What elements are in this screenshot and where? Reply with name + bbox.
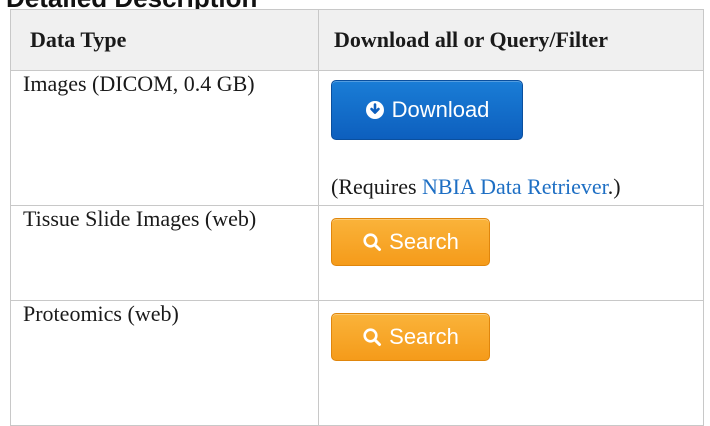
search-icon: [362, 232, 382, 252]
action-cell: Search: [318, 205, 704, 301]
search-button-label: Search: [389, 229, 459, 254]
search-icon: [362, 327, 382, 347]
download-circle-icon: [365, 100, 385, 120]
data-type-cell: Images (DICOM, 0.4 GB): [10, 70, 319, 206]
requires-note-suffix: .): [607, 174, 621, 199]
action-cell: Search: [318, 300, 704, 426]
action-cell: Download (Requires NBIA Data Retriever.): [318, 70, 704, 206]
data-access-table: Data Type Download all or Query/Filter I…: [10, 9, 704, 426]
search-button[interactable]: Search: [331, 313, 490, 361]
table-row: Proteomics (web) Search: [10, 300, 704, 426]
data-type-cell: Tissue Slide Images (web): [10, 205, 319, 301]
header-download-query: Download all or Query/Filter: [318, 9, 704, 71]
header-data-type: Data Type: [10, 9, 319, 71]
requires-note: (Requires NBIA Data Retriever.): [331, 174, 691, 200]
search-button[interactable]: Search: [331, 218, 490, 266]
table-row: Tissue Slide Images (web) Search: [10, 205, 704, 301]
table-row: Images (DICOM, 0.4 GB) Download (Require…: [10, 70, 704, 206]
download-button[interactable]: Download: [331, 80, 523, 140]
download-button-label: Download: [391, 97, 490, 122]
requires-note-prefix: (Requires: [331, 174, 423, 199]
data-type-cell: Proteomics (web): [10, 300, 319, 426]
table-header-row: Data Type Download all or Query/Filter: [10, 9, 704, 71]
search-button-label: Search: [389, 324, 459, 349]
nbia-data-retriever-link[interactable]: NBIA Data Retriever: [422, 174, 608, 199]
